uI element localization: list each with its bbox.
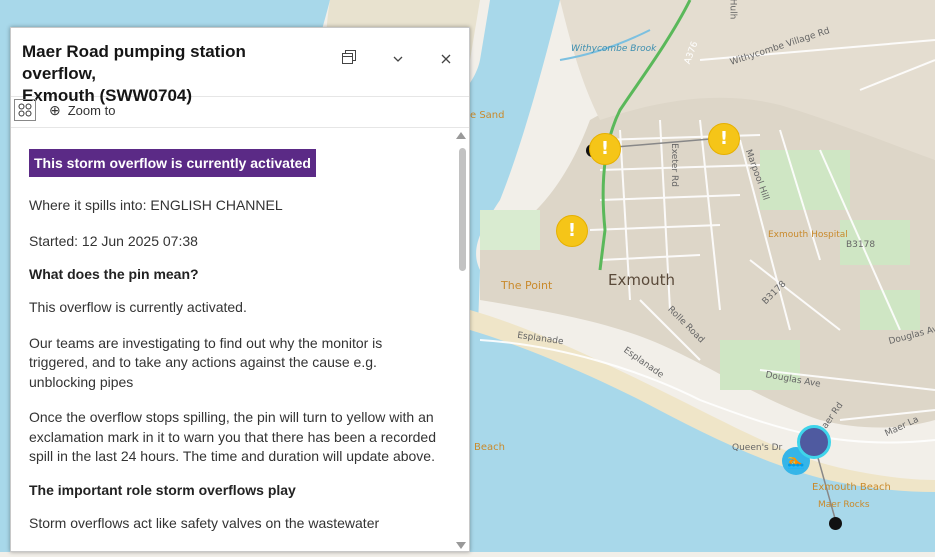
collapse-button[interactable] — [386, 49, 410, 73]
sand-label: e Sand — [470, 110, 505, 121]
brook-label: Withycombe Brook — [571, 44, 657, 54]
started-text: Started: 12 Jun 2025 07:38 — [29, 232, 198, 249]
scroll-up-arrow-icon[interactable] — [456, 132, 466, 139]
stops-spilling-text: Once the overflow stops spilling, the pi… — [29, 409, 436, 464]
hulh-label: Hulh — [727, 0, 738, 20]
close-icon — [441, 54, 451, 64]
town-label: Exmouth — [608, 271, 676, 289]
popup-title-line1: Maer Road pumping station overflow, — [22, 42, 246, 83]
beach-label: Beach — [474, 442, 505, 453]
popup-header: Maer Road pumping station overflow, Exmo… — [11, 28, 469, 105]
outfall-point-marker[interactable] — [829, 517, 842, 530]
close-button[interactable] — [434, 49, 458, 73]
role-text: Storm overflows act like safety valves o… — [29, 514, 380, 531]
scroll-down-arrow-icon[interactable] — [456, 542, 466, 549]
zoom-to-label: Zoom to — [67, 103, 116, 118]
popup-content: This storm overflow is currently activat… — [11, 128, 457, 551]
spills-into-text: Where it spills into: ENGLISH CHANNEL — [29, 197, 283, 213]
zoom-in-icon: ⊕ — [49, 102, 61, 118]
investigating-text: Our teams are investigating to find out … — [29, 334, 383, 390]
status-badge: This storm overflow is currently activat… — [29, 149, 316, 177]
maer-rocks-label: Maer Rocks — [818, 500, 870, 510]
pin-meaning-text: This overflow is currently activated. — [29, 299, 247, 315]
grid-menu-button[interactable] — [14, 99, 36, 121]
hospital-label: Exmouth Hospital — [768, 230, 848, 240]
active-overflow-pin-marker[interactable] — [797, 425, 831, 459]
grid-icon — [18, 103, 32, 117]
role-heading: The important role storm overflows play — [29, 481, 296, 498]
popup-toolbar: ⊕ Zoom to — [11, 96, 469, 128]
dock-icon — [342, 50, 356, 64]
exeter-rd-label: Exeter Rd — [668, 143, 679, 187]
dock-button[interactable] — [337, 49, 361, 73]
warning-pin-marker[interactable]: ! — [589, 133, 621, 165]
zoom-to-button[interactable]: ⊕ Zoom to — [49, 102, 115, 119]
chevron-down-icon — [393, 56, 403, 62]
warning-pin-marker[interactable]: ! — [708, 123, 740, 155]
the-point-label: The Point — [501, 279, 553, 292]
scrollbar-thumb[interactable] — [459, 148, 466, 271]
pin-meaning-heading: What does the pin mean? — [29, 266, 199, 282]
b3178-label-a: B3178 — [846, 240, 876, 250]
feature-popup-panel: Maer Road pumping station overflow, Exmo… — [10, 27, 470, 552]
exmouth-beach-label: Exmouth Beach — [812, 482, 891, 493]
queens-dr-label: Queen's Dr — [732, 443, 783, 453]
warning-pin-marker[interactable]: ! — [556, 215, 588, 247]
